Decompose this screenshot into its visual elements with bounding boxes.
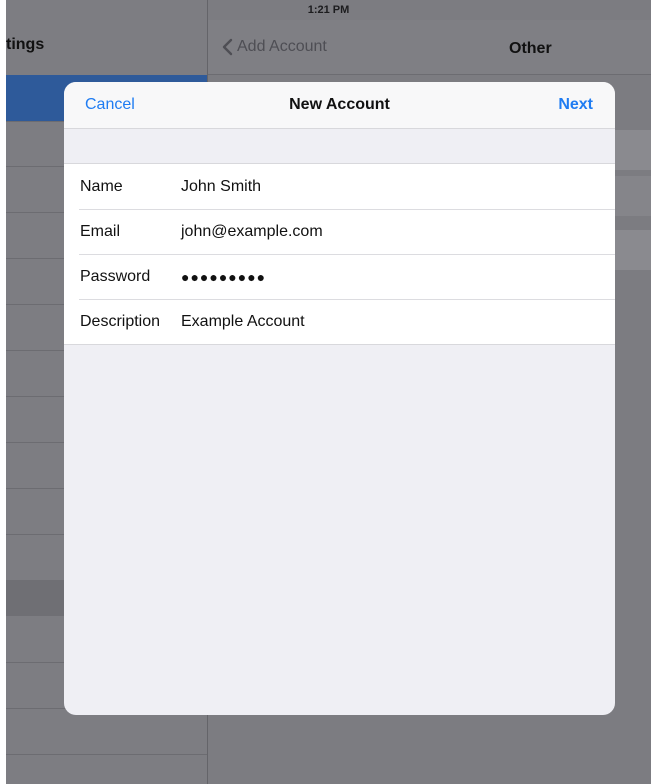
name-row[interactable]: Name John Smith — [64, 164, 615, 209]
modal-header: Cancel New Account Next — [64, 82, 615, 129]
status-time: 1:21 PM — [307, 4, 350, 16]
password-field[interactable]: ●●●●●●●●● — [181, 269, 601, 285]
password-row[interactable]: Password ●●●●●●●●● — [64, 254, 615, 299]
screen: tings Add Account Other 1:21 PM Cancel N… — [6, 0, 651, 784]
back-button[interactable]: Add Account — [222, 38, 327, 56]
name-label: Name — [80, 177, 123, 195]
sidebar-title: tings — [6, 36, 45, 53]
email-label: Email — [80, 222, 121, 240]
description-field[interactable]: Example Account — [181, 313, 601, 331]
account-form: Name John Smith Email john@example.com P… — [64, 163, 615, 345]
back-button-label: Add Account — [237, 38, 327, 55]
email-row[interactable]: Email john@example.com — [64, 209, 615, 254]
description-row[interactable]: Description Example Account — [64, 299, 615, 344]
detail-title: Other — [509, 40, 552, 57]
modal-title: New Account — [289, 96, 390, 113]
password-label: Password — [80, 267, 151, 285]
sidebar-divider — [6, 754, 207, 755]
chevron-left-icon — [222, 38, 233, 56]
status-bar: 1:21 PM — [6, 0, 651, 20]
description-label: Description — [80, 312, 161, 330]
email-field[interactable]: john@example.com — [181, 223, 601, 241]
name-field[interactable]: John Smith — [181, 178, 601, 196]
next-button[interactable]: Next — [558, 96, 593, 114]
new-account-modal: Cancel New Account Next Name John Smith … — [64, 82, 615, 715]
